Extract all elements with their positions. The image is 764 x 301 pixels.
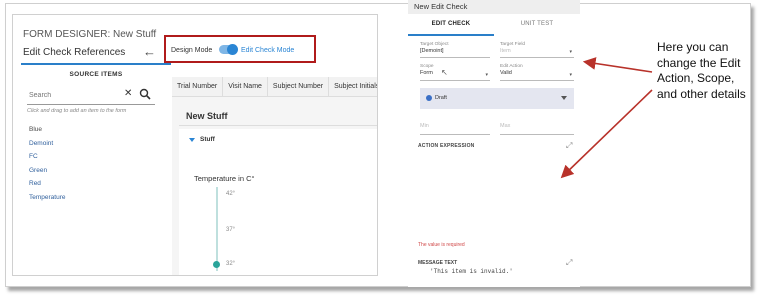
back-arrow-icon[interactable]: ← (143, 44, 156, 59)
column-headers: Trial Number Visit Name Subject Number S… (172, 77, 377, 97)
section-name: Stuff (200, 136, 215, 143)
target-object-field[interactable]: Target Object [Demoint] (420, 42, 490, 58)
slider-tick: 42° (226, 191, 236, 197)
scope-label: Scope (420, 64, 434, 69)
drag-hint: Click and drag to add an item to the for… (27, 108, 127, 114)
source-item[interactable]: Green (29, 164, 66, 178)
status-select[interactable]: Draft (420, 88, 574, 109)
temperature-slider-knob[interactable] (213, 261, 220, 268)
edit-check-tabs: EDIT CHECK UNIT TEST (408, 14, 580, 36)
scope-field[interactable]: Scope Form ▾ (420, 64, 490, 81)
column-header: Visit Name (223, 77, 268, 96)
chevron-down-icon: ▾ (569, 49, 572, 55)
slider-tick: 32° (226, 261, 236, 267)
target-object-label: Target Object (420, 42, 449, 47)
edit-check-mode-label: Edit Check Mode (241, 47, 295, 54)
caret-down-icon[interactable] (189, 138, 195, 142)
designer-title: FORM DESIGNER: New Stuff (23, 29, 157, 40)
chevron-down-icon: ▾ (569, 72, 572, 78)
search-icon[interactable] (139, 88, 151, 100)
required-error-text: The value is required (418, 242, 465, 248)
clear-icon[interactable]: ✕ (124, 88, 132, 99)
temperature-label[interactable]: Temperature in C° (194, 174, 255, 183)
target-field-label: Target Field (500, 42, 526, 47)
form-name: New Stuff (186, 111, 228, 121)
action-expression-label: ACTION EXPRESSION (418, 143, 475, 149)
expand-icon[interactable]: ⤢ (566, 258, 572, 268)
subtitle-underline (21, 63, 171, 65)
chevron-down-icon (561, 96, 567, 100)
edit-action-value: Valid (500, 70, 512, 76)
toggle-knob (227, 44, 238, 55)
source-item[interactable]: FC (29, 150, 66, 164)
status-icon (426, 95, 432, 101)
min-placeholder: Min (420, 123, 429, 129)
source-item[interactable]: Temperature (29, 191, 66, 205)
slider-tick: 37° (226, 227, 236, 233)
message-text-value[interactable]: 'This item is invalid.' (430, 268, 513, 275)
column-header: Subject Number (268, 77, 330, 96)
source-item[interactable]: Demoint (29, 137, 66, 151)
divider (179, 125, 377, 126)
column-header: Subject Initials (329, 77, 377, 96)
design-mode-label: Design Mode (171, 47, 213, 54)
section-card: Stuff Temperature in C° 42° 37° 32° (179, 129, 377, 275)
temperature-slider-track[interactable] (216, 187, 218, 271)
column-header: Trial Number (172, 77, 224, 96)
search-input[interactable] (27, 87, 155, 105)
form-designer-panel: FORM DESIGNER: New Stuff Edit Check Refe… (12, 14, 378, 276)
min-field[interactable]: Min (420, 122, 490, 135)
source-item[interactable]: Red (29, 177, 66, 191)
max-field[interactable]: Max (500, 122, 574, 135)
edit-check-header: New Edit Check (408, 0, 580, 14)
max-placeholder: Max (500, 123, 511, 129)
mouse-cursor-icon: ↖ (441, 68, 448, 77)
message-text-label: MESSAGE TEXT (418, 260, 458, 266)
annotation-text: Here you can change the Edit Action, Sco… (657, 40, 746, 101)
status-value: Draft (435, 95, 447, 101)
form-canvas: New Stuff Stuff Temperature in C° 42° 37… (172, 97, 377, 275)
edit-check-panel: New Edit Check EDIT CHECK UNIT TEST Targ… (408, 0, 580, 287)
expand-icon[interactable]: ⤢ (566, 141, 572, 151)
source-items-title: SOURCE ITEMS (69, 71, 123, 78)
edit-action-field[interactable]: Edit Action Valid ▾ (500, 64, 574, 81)
target-object-value: [Demoint] (420, 48, 444, 54)
tab-edit-check[interactable]: EDIT CHECK (408, 14, 494, 36)
mode-toggle[interactable] (219, 44, 238, 55)
edit-action-label: Edit Action (500, 64, 523, 69)
target-field-field[interactable]: Target Field Item ▾ (500, 42, 574, 58)
tab-unit-test[interactable]: UNIT TEST (494, 14, 580, 36)
source-item[interactable]: Blue (29, 123, 66, 137)
scope-value: Form (420, 70, 433, 76)
designer-subtitle: Edit Check References (23, 47, 126, 58)
source-items-list: Blue Demoint FC Green Red Temperature (29, 123, 66, 204)
target-field-value: Item (500, 48, 511, 54)
edit-check-title: New Edit Check (414, 2, 468, 11)
chevron-down-icon: ▾ (485, 72, 488, 78)
